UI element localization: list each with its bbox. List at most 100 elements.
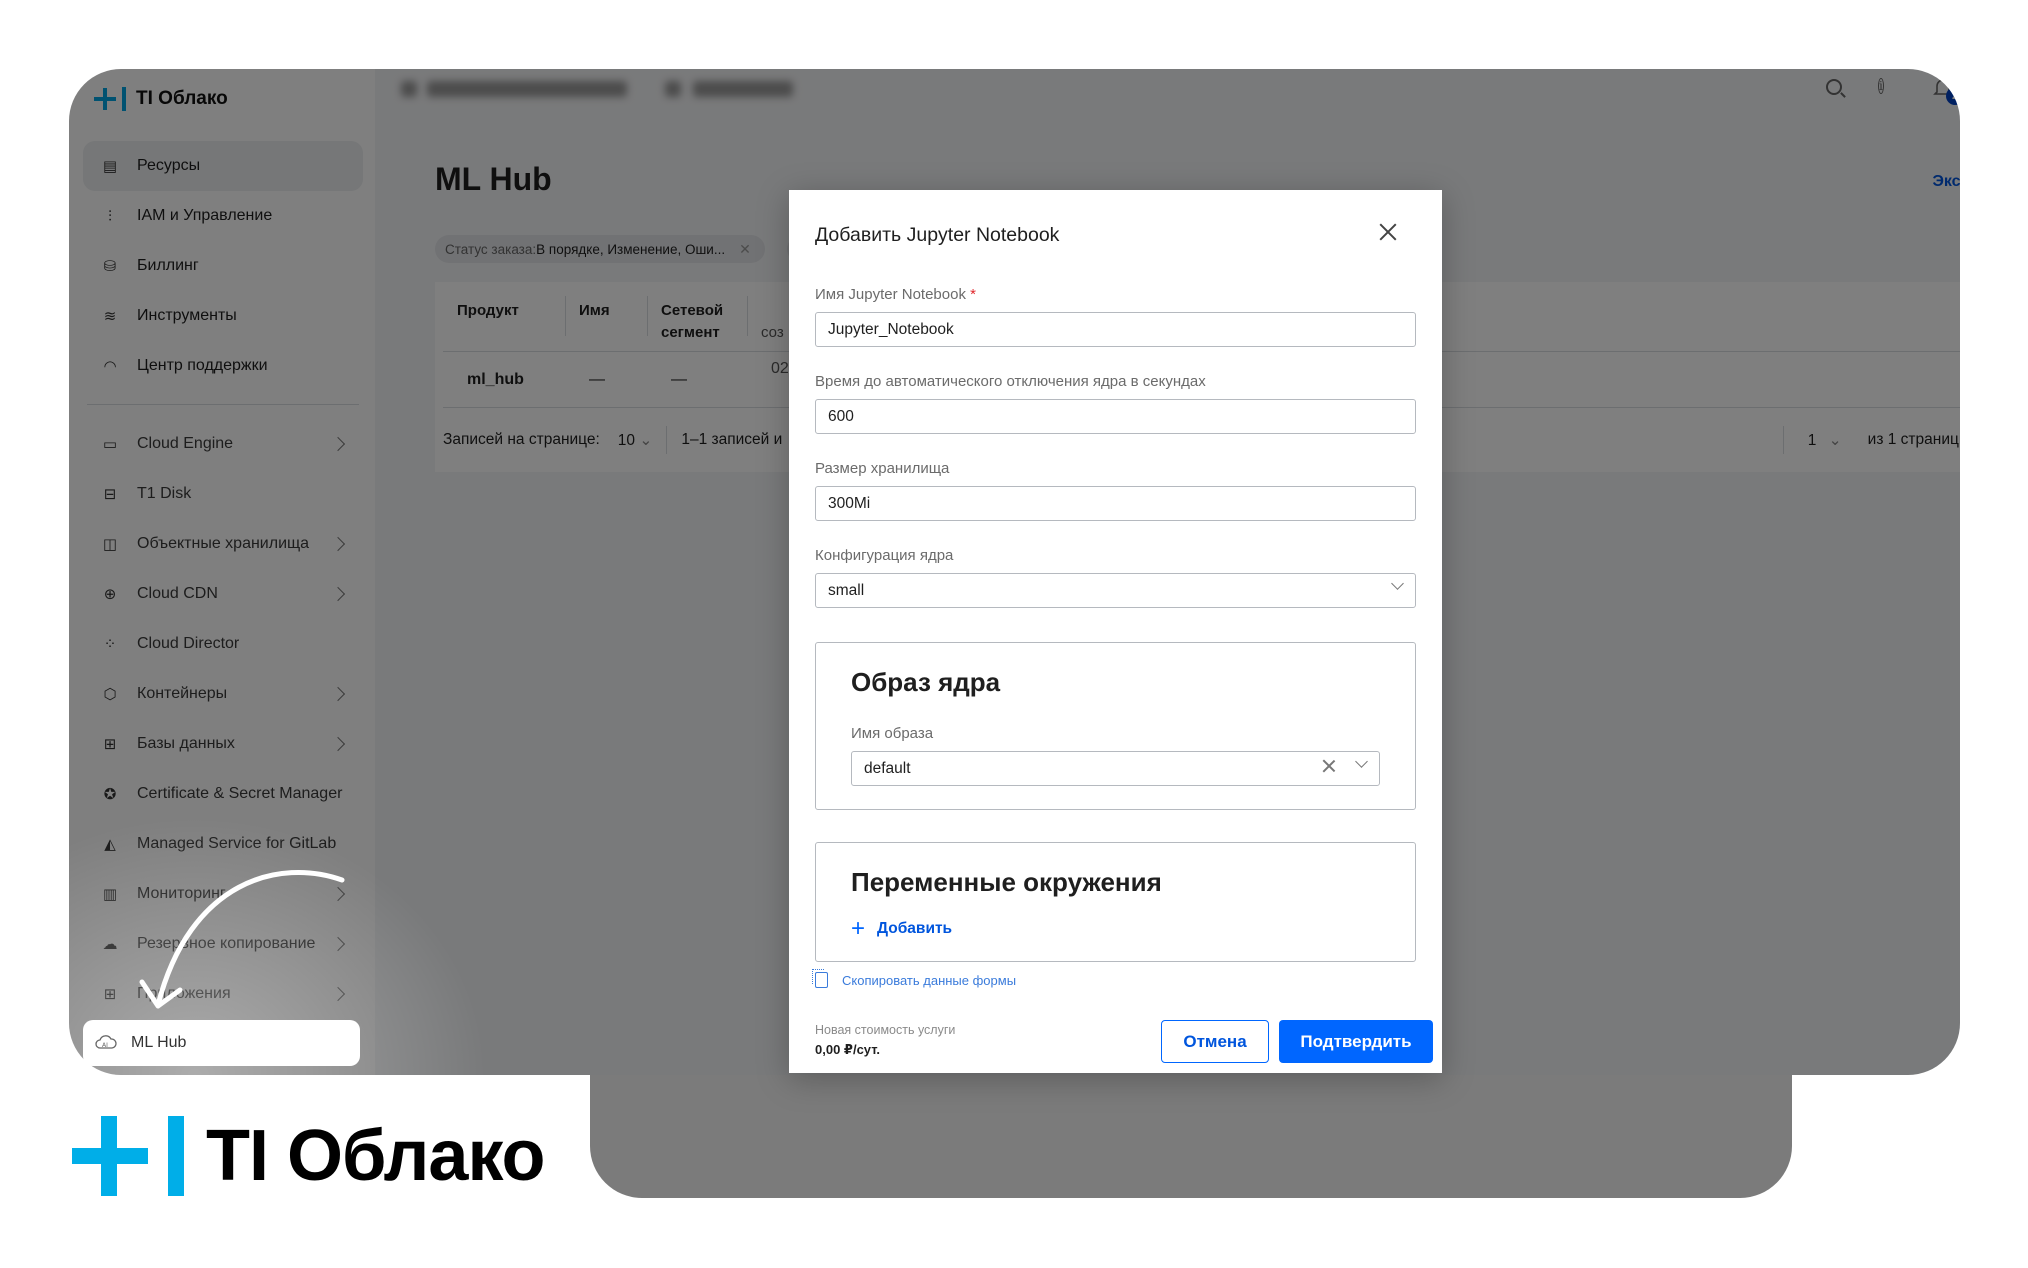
headset-icon: ◠	[103, 358, 117, 375]
monitoring-chart-icon: ▥	[102, 886, 118, 903]
sidebar-item-label: ML Hub	[131, 1034, 187, 1051]
column-header-segment[interactable]: Сетевой сегмент	[647, 294, 747, 351]
gitlab-icon: ◭	[104, 836, 116, 853]
app-logo[interactable]: TI Облако	[94, 87, 228, 111]
plus-icon: +	[851, 915, 866, 942]
notifications-badge: 2	[1946, 87, 1960, 105]
page-title: ML Hub	[435, 161, 552, 197]
column-header-name[interactable]: Имя	[565, 294, 647, 351]
chevron-right-icon	[330, 686, 346, 702]
sidebar-item-label: Центр поддержки	[137, 357, 268, 374]
kernel-config-select[interactable]: small	[815, 573, 1416, 608]
sidebar-item-databases[interactable]: ⊞ Базы данных	[83, 719, 363, 769]
info-button[interactable]: i	[1878, 77, 1902, 101]
sidebar-item-containers[interactable]: ⬡ Контейнеры	[83, 669, 363, 719]
notebook-name-field: Имя Jupyter Notebook *	[815, 286, 1416, 347]
ai-cloud-icon: AI	[95, 1033, 117, 1054]
sidebar-item-label: IAM и Управление	[137, 207, 273, 224]
sidebar-item-cloud-director[interactable]: ⁘ Cloud Director	[83, 619, 363, 669]
sidebar-item-label: Контейнеры	[137, 685, 228, 702]
account-id-blurred[interactable]	[693, 81, 793, 97]
dialog-title: Добавить Jupyter Notebook	[815, 224, 1060, 246]
per-page-select[interactable]: 10 ⌄	[618, 431, 653, 450]
topbar: i 2	[375, 69, 1960, 113]
chevron-right-icon	[330, 736, 346, 752]
storage-size-input[interactable]	[815, 486, 1416, 521]
sidebar-item-iam[interactable]: ⫶ IAM и Управление	[83, 191, 363, 241]
close-icon[interactable]	[1376, 220, 1400, 244]
sidebar-item-resources[interactable]: ▤ Ресурсы	[83, 141, 363, 191]
cell-product: ml_hub	[467, 370, 524, 388]
sidebar-item-label: T1 Disk	[137, 485, 192, 502]
sidebar-item-support[interactable]: ◠ Центр поддержки	[83, 341, 363, 391]
cdn-globe-icon: ⊕	[103, 586, 117, 603]
image-name-select[interactable]: default	[851, 751, 1380, 786]
database-icon: ⊞	[103, 736, 117, 753]
logo-bar-icon	[122, 87, 126, 111]
sidebar-item-t1-disk[interactable]: ⊟ T1 Disk	[83, 469, 363, 519]
disk-icon: ⊟	[103, 486, 117, 503]
key-icon	[665, 81, 681, 97]
remove-filter-icon[interactable]: ✕	[739, 241, 751, 258]
env-variables-section: Переменные окружения + Добавить	[815, 842, 1416, 962]
sidebar-item-object-storage[interactable]: ◫ Объектные хранилища	[83, 519, 363, 569]
search-icon	[1826, 79, 1842, 95]
search-button[interactable]	[1824, 77, 1848, 101]
notebook-name-input[interactable]	[815, 312, 1416, 347]
field-label: Размер хранилища	[815, 460, 950, 477]
per-page-label: Записей на странице:	[443, 431, 600, 448]
resources-icon: ▤	[102, 158, 118, 175]
add-jupyter-notebook-dialog: Добавить Jupyter Notebook Имя Jupyter No…	[789, 190, 1442, 1073]
chevron-right-icon	[330, 436, 346, 452]
add-env-variable-button[interactable]: + Добавить	[851, 917, 952, 941]
sidebar-item-label: Cloud Director	[137, 635, 240, 652]
cell-segment: —	[671, 370, 687, 388]
sidebar-item-cloud-cdn[interactable]: ⊕ Cloud CDN	[83, 569, 363, 619]
section-title: Переменные окружения	[851, 867, 1162, 897]
sidebar-item-label: Объектные хранилища	[137, 535, 310, 552]
page-select[interactable]: 1 ⌄	[1808, 431, 1842, 450]
apps-grid-icon: ⊞	[103, 986, 117, 1003]
sidebar-item-tools[interactable]: ≋ Инструменты	[83, 291, 363, 341]
sidebar-item-label: Cloud CDN	[137, 585, 218, 602]
copy-form-data-link[interactable]: Скопировать данные формы	[812, 969, 1017, 988]
clear-icon[interactable]	[1322, 759, 1336, 773]
confirm-button[interactable]: Подтвердить	[1279, 1020, 1433, 1063]
notifications-button[interactable]: 2	[1932, 77, 1960, 105]
column-header-product[interactable]: Продукт	[443, 294, 565, 351]
export-link[interactable]: Экспо	[1932, 173, 1960, 191]
sidebar-item-certificate-manager[interactable]: ✪ Certificate & Secret Manager	[83, 769, 363, 819]
frame-corner-cutout	[1792, 1075, 1960, 1135]
brand-logo-text: TI Облако	[206, 1116, 546, 1196]
layers-icon: ≋	[103, 308, 117, 325]
kernel-timeout-field: Время до автоматического отключения ядра…	[815, 373, 1416, 434]
field-label: Конфигурация ядра	[815, 547, 954, 564]
logo-plus-icon	[94, 88, 116, 110]
project-selector-blurred[interactable]	[427, 81, 627, 97]
add-label: Добавить	[877, 920, 953, 937]
image-name-field: Имя образа default	[851, 725, 1380, 786]
copy-icon	[812, 969, 828, 988]
info-icon: i	[1878, 78, 1884, 94]
field-label-text: Имя Jupyter Notebook	[815, 286, 966, 303]
kernel-timeout-input[interactable]	[815, 399, 1416, 434]
field-label: Имя Jupyter Notebook *	[815, 286, 1416, 304]
sidebar-item-label: Базы данных	[137, 735, 235, 752]
sidebar-item-billing[interactable]: ⛁ Биллинг	[83, 241, 363, 291]
cell-name: —	[589, 370, 605, 388]
filter-chip-order-status[interactable]: Статус заказа: В порядке, Изменение, Оши…	[435, 235, 765, 263]
svg-text:AI: AI	[102, 1042, 108, 1049]
frame-bottom-extension	[590, 1060, 1792, 1198]
kernel-config-field: Конфигурация ядра small	[815, 547, 1416, 608]
logo-bar-icon	[168, 1116, 184, 1196]
cancel-button[interactable]: Отмена	[1161, 1020, 1269, 1063]
certificate-icon: ✪	[103, 786, 117, 803]
copy-form-label: Скопировать данные формы	[842, 972, 1017, 988]
sidebar-item-cloud-engine[interactable]: ▭ Cloud Engine	[83, 419, 363, 469]
select-value: default	[864, 759, 911, 777]
annotation-arrow-icon	[139, 870, 345, 1009]
sidebar-item-label: Managed Service for GitLab	[137, 835, 337, 852]
page-selector: 1 ⌄ из 1 страницы	[1782, 408, 1960, 472]
select-value: small	[828, 581, 865, 599]
field-label: Имя образа	[851, 725, 934, 742]
